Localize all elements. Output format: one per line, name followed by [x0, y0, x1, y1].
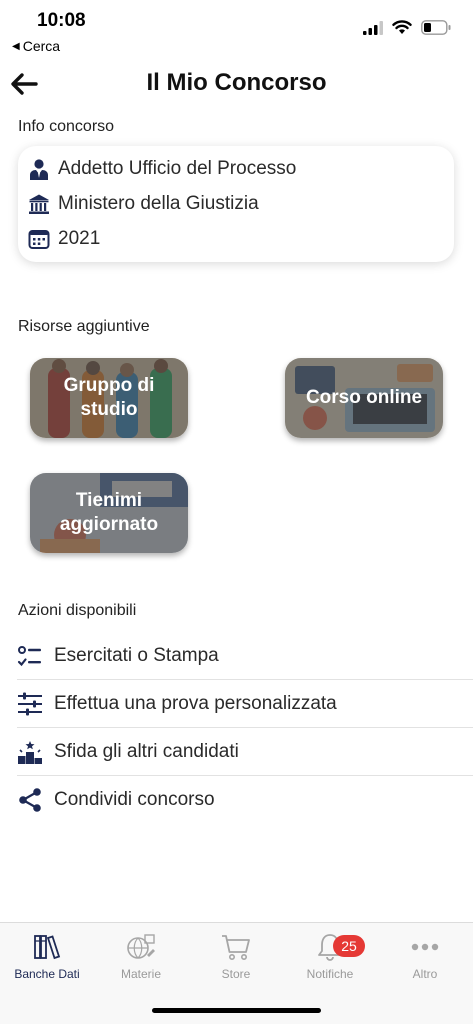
battery-icon — [421, 20, 451, 35]
info-row-role: Addetto Ufficio del Processo — [28, 158, 296, 180]
system-icons — [363, 20, 451, 35]
study-group-tile[interactable]: Gruppo di studio — [30, 358, 188, 438]
tab-notifiche-label: Notifiche — [306, 967, 354, 981]
keep-updated-tile[interactable]: Tienimi aggiornato — [30, 473, 188, 553]
tab-materie-label: Materie — [120, 967, 161, 981]
online-course-tile[interactable]: Corso online — [285, 358, 443, 438]
info-card: Addetto Ufficio del Processo Ministero d… — [18, 146, 454, 262]
action-custom-test[interactable]: Effettua una prova personalizzata — [0, 680, 473, 728]
wifi-icon — [392, 20, 412, 34]
action-challenge[interactable]: Sfida gli altri candidati — [0, 728, 473, 776]
person-icon — [30, 159, 48, 180]
signal-icon — [363, 20, 383, 35]
tab-materie[interactable]: Materie — [94, 931, 188, 991]
cart-icon — [222, 935, 250, 960]
action-practice-print[interactable]: Esercitati o Stampa — [0, 632, 473, 680]
keep-updated-label: Tienimi aggiornato — [59, 490, 159, 535]
online-course-label: Corso online — [305, 387, 423, 408]
institution-icon — [29, 194, 49, 214]
tab-banche-dati-label: Banche Dati — [14, 967, 80, 981]
books-icon — [34, 935, 61, 960]
calendar-icon — [28, 230, 50, 249]
action-practice-print-label: Esercitati o Stampa — [54, 645, 219, 666]
checklist-icon — [17, 646, 41, 667]
action-share[interactable]: Condividi concorso — [0, 776, 473, 824]
info-row-institution: Ministero della Giustizia — [28, 193, 259, 215]
action-custom-test-label: Effettua una prova personalizzata — [54, 693, 337, 714]
page-title: Il Mio Concorso — [146, 69, 327, 96]
tab-notifiche[interactable]: 25 Notifiche — [283, 931, 377, 991]
more-icon — [411, 943, 439, 951]
tab-altro[interactable]: Altro — [378, 931, 472, 991]
status-time: 10:08 — [37, 10, 86, 31]
podium-icon — [18, 741, 42, 764]
subjects-icon — [127, 934, 155, 959]
info-section-label: Info concorso — [18, 118, 115, 135]
info-year-text: 2021 — [58, 228, 101, 249]
resources-section-label: Risorse aggiuntive — [18, 318, 150, 335]
action-challenge-label: Sfida gli altri candidati — [54, 741, 239, 762]
status-bar: 10:08 ◀ Cerca — [0, 0, 473, 60]
back-app-label: Cerca — [22, 38, 61, 54]
tab-altro-label: Altro — [412, 967, 438, 981]
sliders-icon — [18, 692, 42, 716]
header: Il Mio Concorso — [0, 62, 473, 106]
info-institution-text: Ministero della Giustizia — [58, 193, 259, 214]
notification-badge: 25 — [333, 935, 365, 957]
actions-section-label: Azioni disponibili — [18, 602, 137, 619]
back-to-app-link[interactable]: ◀ Cerca — [12, 38, 60, 54]
action-share-label: Condividi concorso — [54, 789, 215, 810]
home-indicator[interactable] — [152, 1008, 321, 1013]
study-group-label: Gruppo di studio — [63, 375, 155, 420]
tab-banche-dati[interactable]: Banche Dati — [0, 931, 94, 991]
info-role-text: Addetto Ufficio del Processo — [58, 158, 297, 179]
tab-store[interactable]: Store — [189, 931, 283, 991]
tab-store-label: Store — [221, 967, 251, 981]
share-icon — [19, 788, 41, 812]
back-triangle-icon: ◀ — [12, 40, 20, 52]
info-row-year: 2021 — [28, 228, 100, 250]
